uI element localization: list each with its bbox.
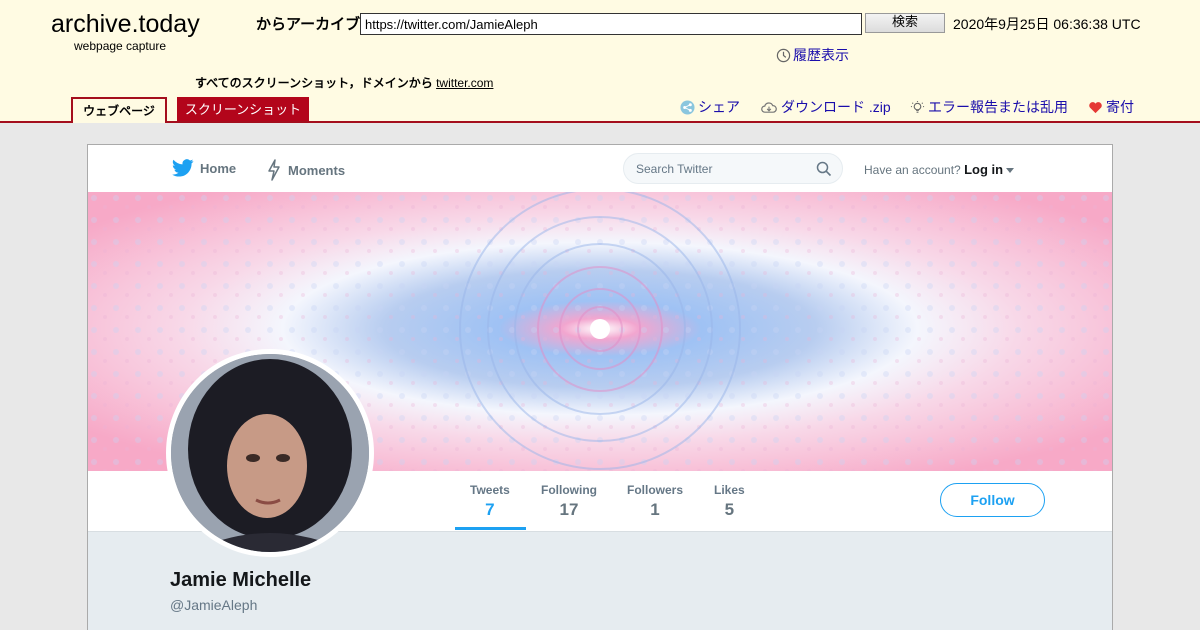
cloud-download-icon xyxy=(761,101,777,113)
capture-timestamp: 2020年9月25日 06:36:38 UTC xyxy=(953,16,1141,32)
search-placeholder: Search Twitter xyxy=(636,162,713,176)
stat-tweets-value: 7 xyxy=(485,500,495,519)
clock-icon xyxy=(776,48,791,62)
twitter-nav: Home Moments Search Twitter Have an acco… xyxy=(88,145,1112,192)
report-link[interactable]: エラー報告または乱用 xyxy=(910,97,1068,117)
share-icon xyxy=(680,99,695,115)
tab-webpage[interactable]: ウェブページ xyxy=(71,97,167,123)
share-label: シェア xyxy=(698,99,740,115)
stat-likes-value: 5 xyxy=(724,500,735,519)
stat-followers[interactable]: Followers 1 xyxy=(627,483,683,520)
archive-logo[interactable]: archive.today xyxy=(51,10,200,39)
twitter-bird-icon xyxy=(172,159,194,177)
stat-following[interactable]: Following 17 xyxy=(541,483,597,520)
all-screenshots-text: すべてのスクリーンショット，ドメインから twitter.com xyxy=(195,74,493,91)
stat-following-value: 17 xyxy=(559,500,579,519)
nav-home[interactable]: Home xyxy=(172,159,236,177)
nav-moments[interactable]: Moments xyxy=(266,159,345,181)
tab-screenshot[interactable]: スクリーンショット xyxy=(177,97,309,121)
caret-down-icon[interactable] xyxy=(1006,168,1015,174)
active-stat-underline xyxy=(455,527,526,530)
download-label: ダウンロード .zip xyxy=(781,99,891,115)
stat-likes-label: Likes xyxy=(714,483,745,497)
lightning-icon xyxy=(268,159,280,181)
search-icon[interactable] xyxy=(816,161,832,177)
profile-name[interactable]: Jamie Michelle xyxy=(170,569,311,592)
avatar-photo xyxy=(171,354,369,552)
stat-likes[interactable]: Likes 5 xyxy=(714,483,745,520)
captured-page: Home Moments Search Twitter Have an acco… xyxy=(87,144,1113,630)
share-link[interactable]: シェア xyxy=(680,97,740,117)
stat-followers-value: 1 xyxy=(650,500,660,519)
domain-link[interactable]: twitter.com xyxy=(436,76,493,90)
stat-following-label: Following xyxy=(541,483,597,497)
report-label: エラー報告または乱用 xyxy=(928,99,1068,115)
donate-link[interactable]: 寄付 xyxy=(1088,97,1134,117)
all-screenshots-label: すべてのスクリーンショット，ドメインから xyxy=(195,76,433,90)
login-link[interactable]: Log in xyxy=(964,162,1003,177)
stat-tweets[interactable]: Tweets 7 xyxy=(470,483,510,520)
stat-followers-label: Followers xyxy=(627,483,684,497)
archive-logo-subtitle: webpage capture xyxy=(74,39,167,53)
nav-moments-label: Moments xyxy=(288,162,346,178)
stat-tweets-label: Tweets xyxy=(470,483,510,497)
history-label: 履歴表示 xyxy=(793,47,849,63)
nav-home-label: Home xyxy=(200,160,237,176)
lightbulb-icon xyxy=(910,100,925,113)
twitter-search-input[interactable]: Search Twitter xyxy=(623,153,843,184)
donate-label: 寄付 xyxy=(1106,99,1134,115)
heart-icon xyxy=(1089,101,1102,113)
archive-header: archive.today webpage capture からアーカイブ 検索… xyxy=(0,0,1200,123)
history-link[interactable]: 履歴表示 xyxy=(776,45,849,65)
login-prompt: Have an account? Log in xyxy=(864,162,1015,177)
have-account-text: Have an account? xyxy=(864,163,961,177)
archive-search-button[interactable]: 検索 xyxy=(865,13,945,33)
profile-avatar[interactable] xyxy=(166,349,374,557)
follow-button[interactable]: Follow xyxy=(940,483,1045,517)
archive-url-input[interactable] xyxy=(360,13,862,35)
profile-handle[interactable]: @JamieAleph xyxy=(170,597,257,613)
archive-from-label: からアーカイブ xyxy=(256,16,361,33)
download-link[interactable]: ダウンロード .zip xyxy=(760,97,891,117)
